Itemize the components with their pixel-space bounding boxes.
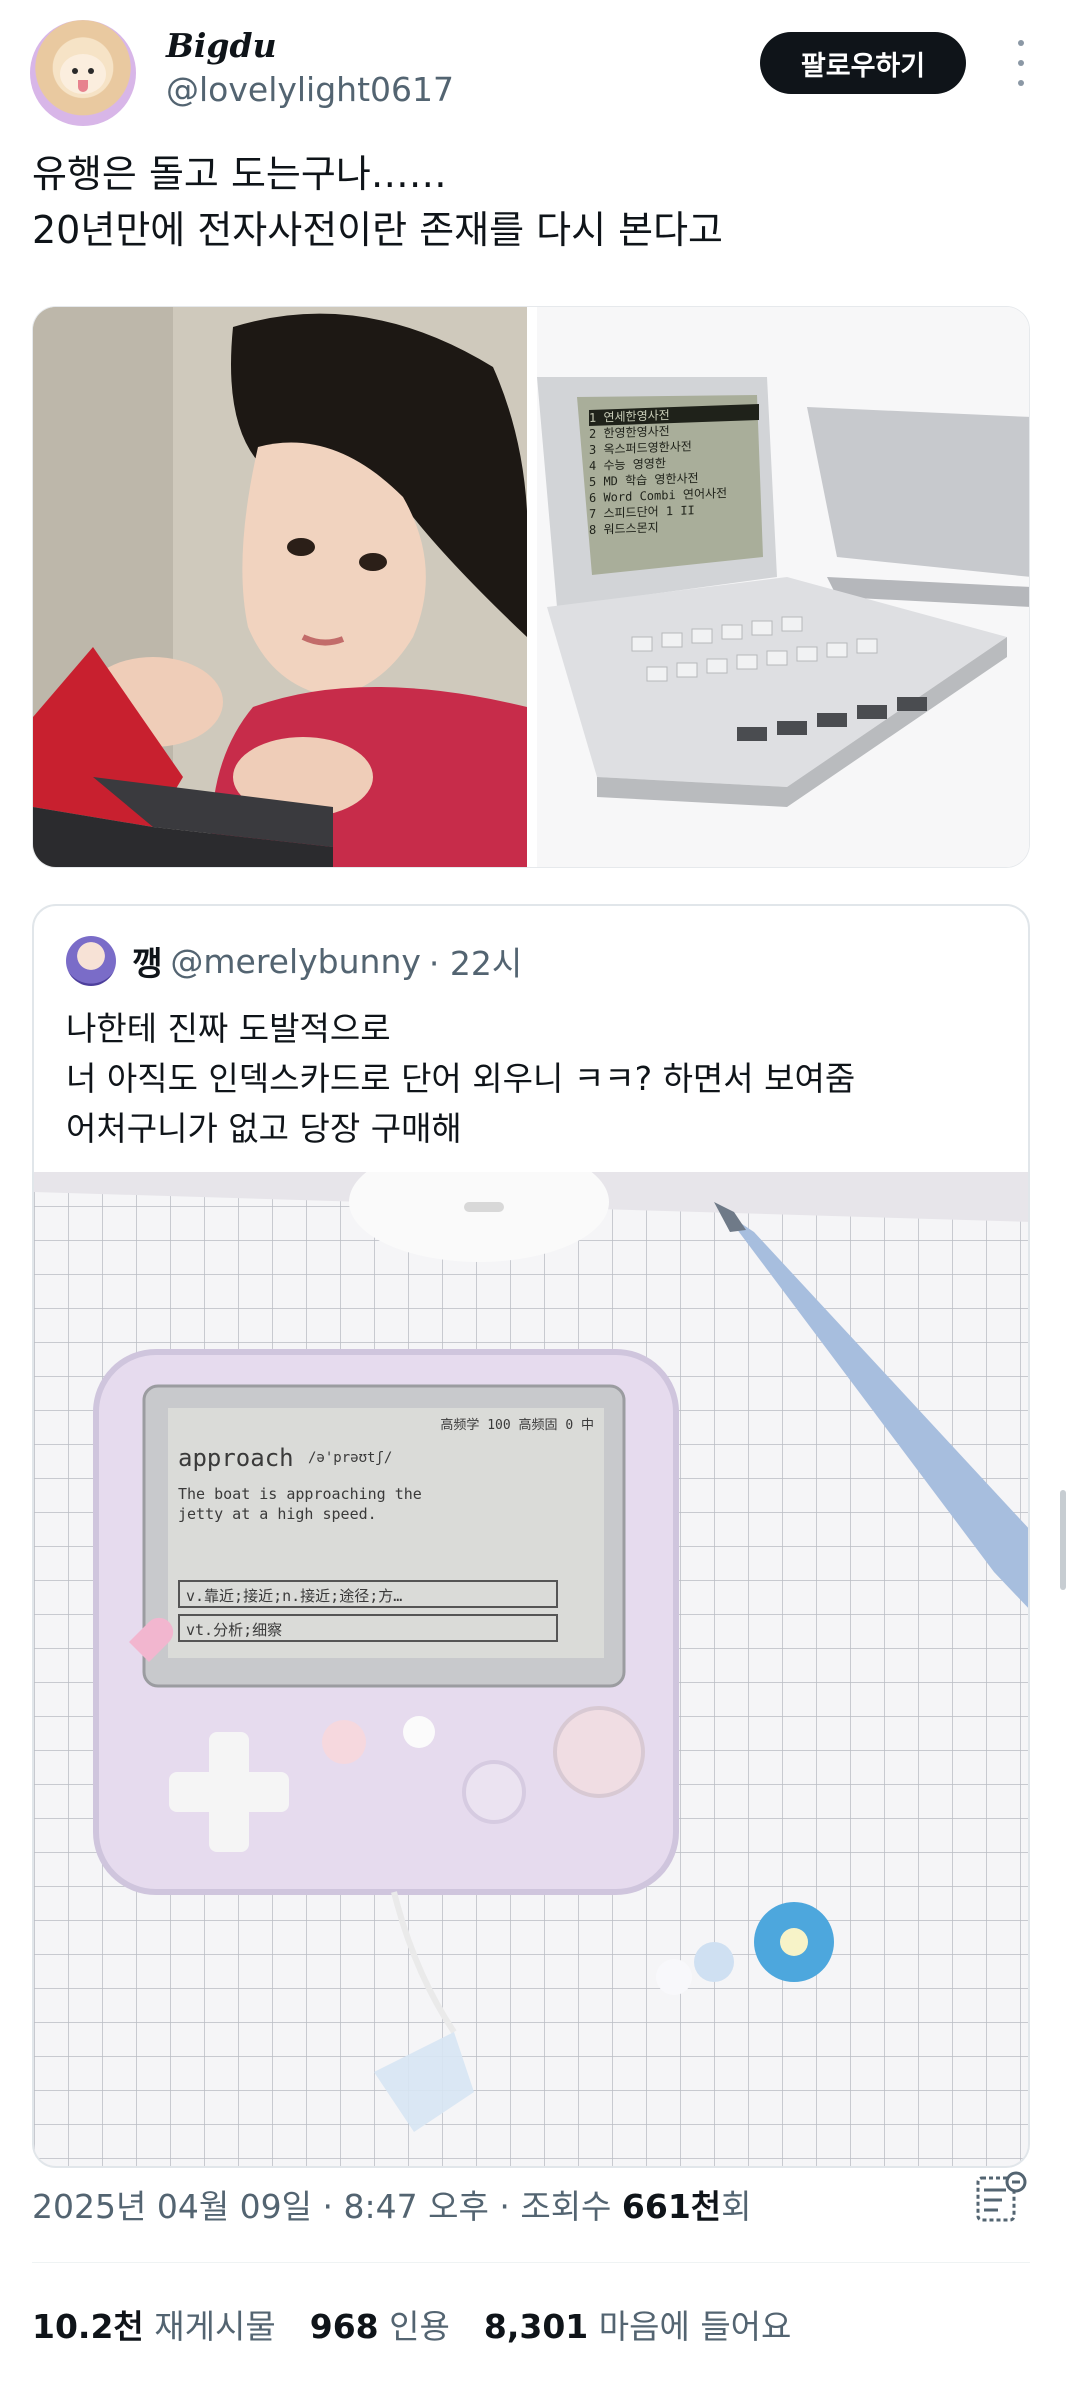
views-label: 조회수 (520, 2187, 612, 2226)
photo-electronic-dictionary[interactable]: 1 연세한영사전 2 한영한영사전 3 옥스퍼드영한사전 4 수능 영영한 5 … (537, 307, 1029, 867)
retweets-value: 10.2천 (32, 2307, 144, 2346)
dictionary-device-illustration (537, 307, 1029, 867)
device-screen-word: approach (178, 1444, 294, 1472)
follow-button[interactable]: 팔로우하기 (760, 32, 966, 94)
photo-girl-illustration (33, 307, 527, 867)
quotes-label: 인용 (389, 2307, 450, 2346)
tweet-text: 유행은 돌고 도는구나…… 20년만에 전자사전이란 존재를 다시 본다고 (32, 146, 1032, 258)
divider (32, 2262, 1030, 2263)
quoted-photo[interactable]: 高频学 100 高频固 0 中 approach /ə'prəʊtʃ/ The … (34, 1172, 1028, 2166)
likes-label: 마음에 들어요 (598, 2307, 792, 2346)
scrollbar-thumb[interactable] (1060, 1490, 1066, 1590)
device-screen-example: The boat is approaching the jetty at a h… (178, 1484, 422, 1524)
quoted-avatar (66, 936, 116, 986)
tweet-date: 2025년 04월 09일 (32, 2187, 313, 2226)
avatar-eye-right (88, 68, 94, 74)
quoted-tweet[interactable]: 깽 @merelybunny · 22시 나한테 진짜 도발적으로 너 아직도 … (32, 904, 1030, 2168)
views-suffix: 회 (721, 2187, 752, 2226)
tweet-header: Bigdu @lovelylight0617 팔로우하기 (30, 18, 1050, 128)
example-line: jetty at a high speed. (178, 1505, 377, 1523)
avatar-eye-left (72, 68, 78, 74)
avatar-tongue (78, 80, 88, 92)
views-value: 661천 (621, 2187, 722, 2226)
tweet-line: 20년만에 전자사전이란 존재를 다시 본다고 (32, 208, 723, 252)
example-line: The boat is approaching the (178, 1485, 422, 1503)
quotes-stat[interactable]: 968 인용 (310, 2300, 450, 2348)
likes-value: 8,301 (483, 2307, 589, 2346)
more-options-icon[interactable] (1010, 40, 1032, 86)
meta-separator: · (499, 2187, 521, 2226)
media-grid: 1 연세한영사전 2 한영한영사전 3 옥스퍼드영한사전 4 수능 영영한 5 … (32, 306, 1030, 868)
quoted-header: 깽 @merelybunny · 22시 (66, 934, 522, 988)
quoted-text: 나한테 진짜 도발적으로 너 아직도 인덱스카드로 단어 외우니 ㅋㅋ? 하면서… (66, 1004, 1006, 1154)
old-dictionary-menu: 1 연세한영사전 2 한영한영사전 3 옥스퍼드영한사전 4 수능 영영한 5 … (589, 404, 759, 538)
quoted-name: 깽 (132, 944, 163, 983)
quoted-line: 너 아직도 인덱스카드로 단어 외우니 ㅋㅋ? 하면서 보여줌 (66, 1059, 856, 1098)
quoted-time: · 22시 (428, 944, 523, 983)
quoted-line: 나한테 진짜 도발적으로 (66, 1009, 391, 1048)
tweet-time: 8:47 오후 (343, 2187, 489, 2226)
quoted-handle: @merelybunny (170, 941, 421, 981)
author-avatar[interactable] (30, 20, 136, 126)
device-screen-sense2: vt.分析;细察 (178, 1614, 558, 1642)
retweets-stat[interactable]: 10.2천 재게시물 (32, 2300, 276, 2348)
author-display-name[interactable]: Bigdu (166, 26, 277, 65)
engagement-stats: 10.2천 재게시물 968 인용 8,301 마음에 들어요 (32, 2300, 825, 2348)
quoted-photo-illustration (34, 1172, 1028, 2166)
analytics-icon[interactable] (972, 2170, 1030, 2228)
photo-girl-with-dictionary[interactable] (33, 307, 527, 867)
retweets-label: 재게시물 (154, 2307, 276, 2346)
tweet-line: 유행은 돌고 도는구나…… (32, 152, 447, 196)
author-handle[interactable]: @lovelylight0617 (166, 70, 454, 109)
device-screen-sense1: v.靠近;接近;n.接近;途径;方… (178, 1580, 558, 1608)
device-screen-phonetic: /ə'prəʊtʃ/ (308, 1450, 393, 1466)
device-screen-top-line: 高频学 100 高频固 0 中 (440, 1418, 594, 1433)
device-screen: 高频学 100 高频固 0 中 approach /ə'prəʊtʃ/ The … (168, 1408, 604, 1658)
quotes-value: 968 (309, 2307, 379, 2346)
quoted-line: 어처구니가 없고 당장 구매해 (66, 1109, 462, 1148)
tweet-meta: 2025년 04월 09일 · 8:47 오후 · 조회수 661천회 (32, 2180, 752, 2228)
likes-stat[interactable]: 8,301 마음에 들어요 (484, 2300, 792, 2348)
meta-separator: · (322, 2187, 344, 2226)
